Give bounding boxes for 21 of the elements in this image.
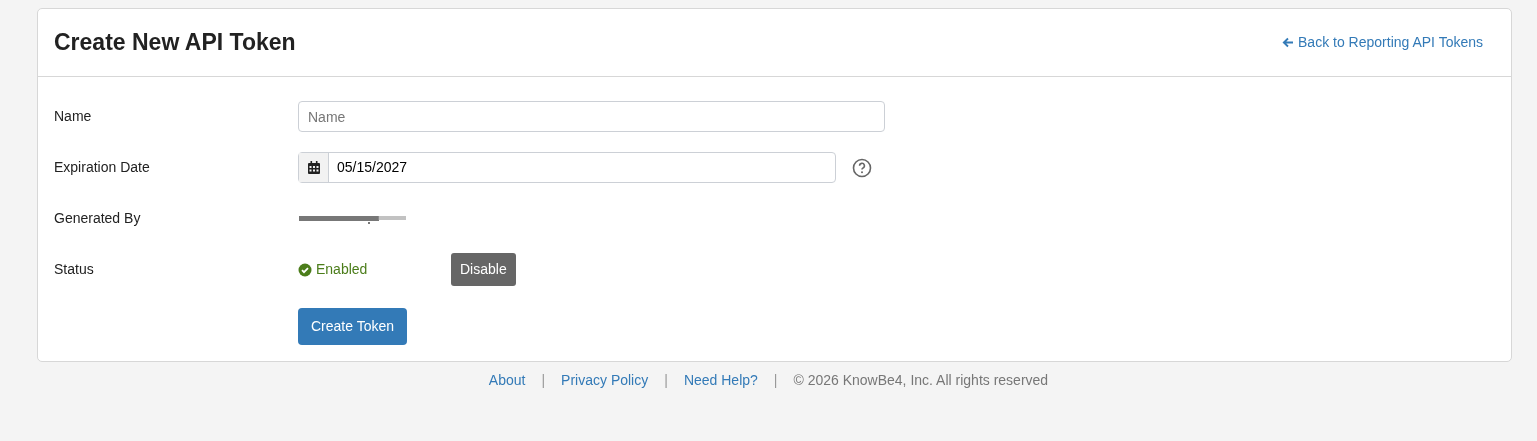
copyright-text: © 2026 KnowBe4, Inc. All rights reserved <box>793 371 1049 390</box>
footer-link[interactable]: About <box>488 370 526 391</box>
field-label: Name <box>53 107 93 126</box>
create-token-button[interactable]: Create Token <box>298 307 407 345</box>
separator: | <box>541 371 546 390</box>
field-label: Generated By <box>53 209 142 228</box>
name-field[interactable]: Name <box>298 101 885 132</box>
check-circle-icon <box>298 262 312 277</box>
disable-button[interactable]: Disable <box>451 253 516 286</box>
calendar-icon <box>307 161 320 174</box>
arrow-left-icon <box>1282 37 1295 48</box>
field-label: Status <box>53 260 95 279</box>
status-text: Enabled <box>316 260 368 279</box>
help-icon[interactable] <box>852 157 872 178</box>
card-title: Create New API Token <box>54 28 296 57</box>
footer-link[interactable]: Need Help? <box>683 370 758 391</box>
separator: | <box>773 371 778 390</box>
field-label: Expiration Date <box>53 158 151 177</box>
footer-link[interactable]: Privacy Policy <box>561 370 649 391</box>
separator: | <box>664 371 668 390</box>
back-link[interactable]: Back to Reporting API Tokens <box>1282 32 1483 53</box>
